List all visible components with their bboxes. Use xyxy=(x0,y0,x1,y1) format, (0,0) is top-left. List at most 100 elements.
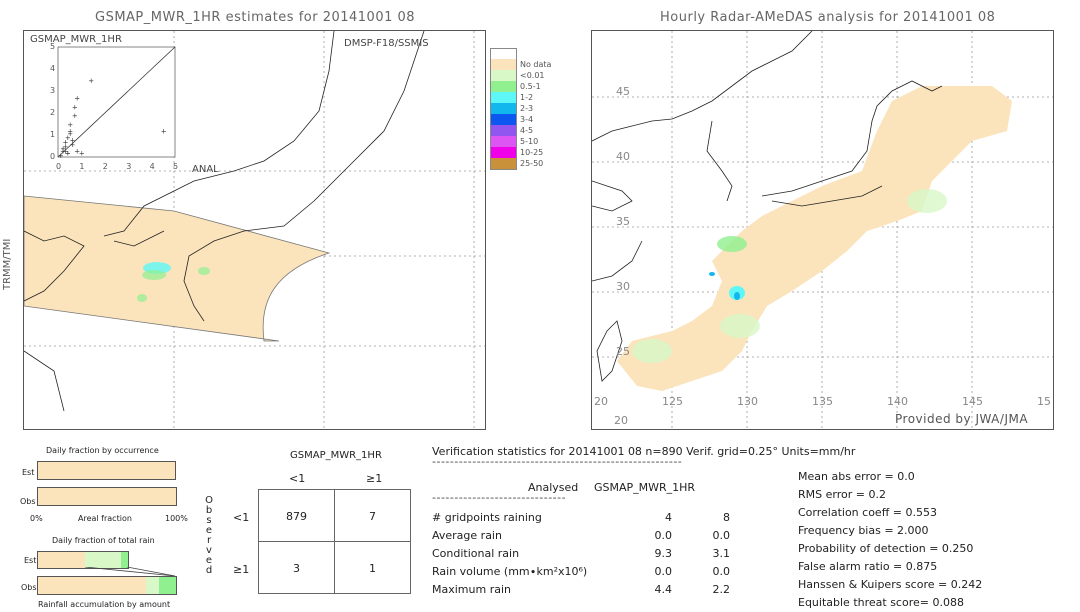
legend-label: <0.01 xyxy=(520,71,545,80)
stats-model: 8 xyxy=(723,511,730,524)
legend-swatch xyxy=(490,158,517,170)
rain-patch xyxy=(717,236,747,252)
rain-patch xyxy=(137,294,147,302)
legend-label: No data xyxy=(520,60,552,69)
stats-analysed: 4.4 xyxy=(654,583,673,596)
rain-patch xyxy=(142,270,166,280)
legend-item xyxy=(490,48,586,60)
col-header-ge1: ≥1 xyxy=(366,472,383,485)
occurrence-est-bar xyxy=(37,461,176,480)
stats-row: Maximum rain 4.4 2.2 xyxy=(432,583,782,597)
occurrence-obs-bar xyxy=(37,487,177,506)
scatter-point: + xyxy=(72,103,78,111)
total-rain-obs-bar xyxy=(37,576,177,595)
stats-analysed: 9.3 xyxy=(654,547,673,560)
scatter-point: + xyxy=(74,95,80,103)
legend-item: 2-3 xyxy=(490,103,586,114)
inset-y-tick: 4 xyxy=(50,64,56,73)
contingency-model-label: GSMAP_MWR_1HR xyxy=(290,450,382,461)
legend-swatch xyxy=(490,59,517,70)
legend-swatch xyxy=(490,81,517,92)
lat-label: 40 xyxy=(616,150,630,163)
legend-label: 1-2 xyxy=(520,93,534,102)
occ-axis-left: 0% xyxy=(30,514,43,523)
legend-item: 3-4 xyxy=(490,114,586,125)
stats-analysed: 0.0 xyxy=(654,529,673,542)
scatter-point: + xyxy=(161,128,167,136)
observed-label: Observed xyxy=(204,496,214,576)
inset-x-tick: 2 xyxy=(102,162,108,171)
occ-axis-mid: Areal fraction xyxy=(78,514,132,523)
legend-label: 5-10 xyxy=(520,137,539,146)
inset-y-tick: 5 xyxy=(50,42,56,51)
stats-row: Conditional rain 9.3 3.1 xyxy=(432,547,782,561)
lat-extra-label: 20 xyxy=(614,414,628,427)
col-model: GSMAP_MWR_1HR xyxy=(594,481,696,494)
credit-label: Provided by JWA/JMA xyxy=(895,412,1029,426)
inset-x-tick: 1 xyxy=(79,162,85,171)
rain-patch xyxy=(907,189,947,213)
lon-label: 130 xyxy=(737,395,758,408)
score-item: Equitable threat score= 0.088 xyxy=(798,596,964,609)
legend-label: 25-50 xyxy=(520,159,544,168)
inset-x-label: ANAL xyxy=(192,164,219,175)
left-map-svg: +++++++++++++++++++++ xyxy=(24,31,485,429)
lon-label: 135 xyxy=(812,395,833,408)
scatter-point: + xyxy=(70,136,76,144)
stats-model: 0.0 xyxy=(712,565,731,578)
lon-label: 125 xyxy=(662,395,683,408)
bar-segment xyxy=(159,577,176,594)
row-header-lt1: <1 xyxy=(233,511,250,524)
legend-label: 2-3 xyxy=(520,104,534,113)
lon-label: 140 xyxy=(887,395,908,408)
tr-obs-label: Obs xyxy=(21,583,37,592)
score-item: Correlation coeff = 0.553 xyxy=(798,506,937,519)
cell-hits-none: 879 xyxy=(286,510,307,523)
total-rain-title: Daily fraction of total rain xyxy=(52,536,155,545)
scatter-point: + xyxy=(79,150,85,158)
inset-label: GSMAP_MWR_1HR xyxy=(30,34,122,45)
score-item: RMS error = 0.2 xyxy=(798,488,886,501)
bar-segment xyxy=(145,577,160,594)
contingency-grid: 879 7 3 1 xyxy=(258,489,411,594)
scatter-point: + xyxy=(67,121,73,129)
stats-model: 3.1 xyxy=(712,547,731,560)
occ-est-label: Est xyxy=(22,468,35,477)
left-swath xyxy=(24,195,331,342)
scatter-point: + xyxy=(72,112,78,120)
score-item: False alarm ratio = 0.875 xyxy=(798,560,938,573)
legend-item: 0.5-1 xyxy=(490,81,586,92)
observed-letter: d xyxy=(205,565,213,576)
score-item: Probability of detection = 0.250 xyxy=(798,542,974,555)
stats-label: Conditional rain xyxy=(432,547,520,560)
score-item: Mean abs error = 0.0 xyxy=(798,470,915,483)
rain-patch xyxy=(709,272,715,276)
row-header-ge1: ≥1 xyxy=(233,563,250,576)
right-map-svg xyxy=(592,31,1053,429)
stats-row: # gridpoints raining 4 8 xyxy=(432,511,782,525)
stats-label: # gridpoints raining xyxy=(432,511,542,524)
radar-coverage xyxy=(617,86,1012,391)
legend-item: 5-10 xyxy=(490,136,586,147)
legend-item: <0.01 xyxy=(490,70,586,81)
rain-patch xyxy=(632,339,672,363)
legend-item: 25-50 xyxy=(490,158,586,170)
legend-swatch xyxy=(490,125,517,136)
inset-x-tick: 5 xyxy=(173,162,179,171)
legend-label: 10-25 xyxy=(520,148,544,157)
legend-swatch xyxy=(490,147,517,158)
legend-item: 10-25 xyxy=(490,147,586,158)
stats-label: Maximum rain xyxy=(432,583,511,596)
legend-label: 3-4 xyxy=(520,115,534,124)
cell-false-alarms: 7 xyxy=(369,510,376,523)
cell-misses: 3 xyxy=(293,562,300,575)
inset-x-tick: 3 xyxy=(126,162,132,171)
left-map-title: GSMAP_MWR_1HR estimates for 20141001 08 xyxy=(95,10,416,25)
col-header-lt1: <1 xyxy=(289,472,306,485)
inset-y-tick: 3 xyxy=(50,86,56,95)
legend-item: 4-5 xyxy=(490,125,586,136)
stats-model: 0.0 xyxy=(712,529,731,542)
stats-row: Rain volume (mm∙km²x10⁶) 0.0 0.0 xyxy=(432,565,782,579)
legend-item: 1-2 xyxy=(490,92,586,103)
occ-obs-label: Obs xyxy=(20,497,36,506)
